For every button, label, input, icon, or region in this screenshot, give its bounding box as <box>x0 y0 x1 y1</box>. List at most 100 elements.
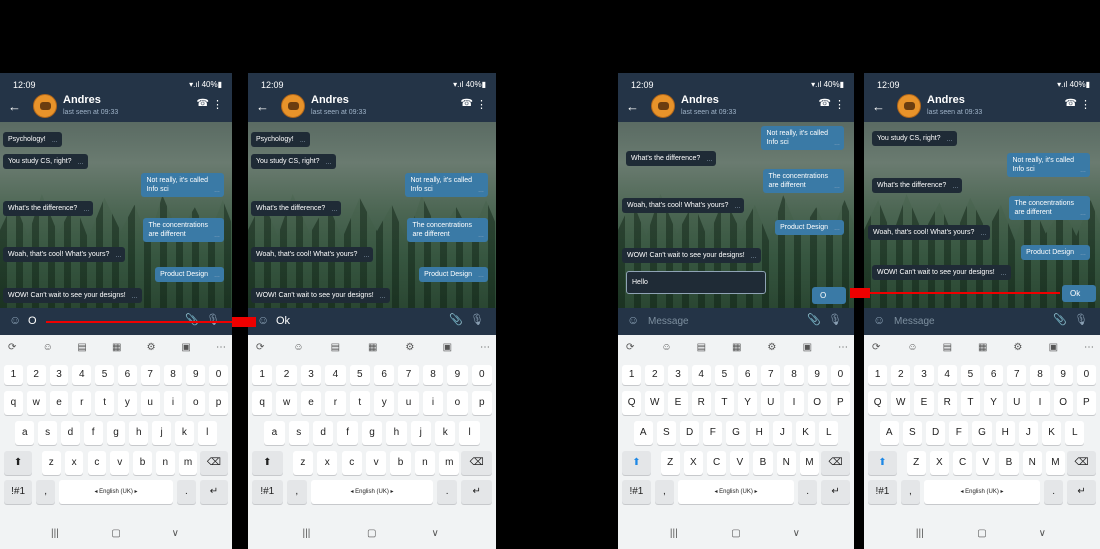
key-v[interactable]: V <box>976 451 996 475</box>
key-l[interactable]: L <box>819 421 839 445</box>
key-s[interactable]: s <box>38 421 57 445</box>
key-o[interactable]: O <box>1053 391 1073 415</box>
key-r[interactable]: R <box>691 391 711 415</box>
outgoing-message[interactable]: Product Design… <box>775 220 844 235</box>
key-8[interactable]: 8 <box>784 365 804 385</box>
chat-area[interactable]: Psychology!… You study CS, right?… Not rea… <box>0 122 232 308</box>
key-v[interactable]: v <box>110 451 130 475</box>
incoming-message[interactable]: What's the difference?… <box>872 178 963 193</box>
key-1[interactable]: 1 <box>868 365 888 385</box>
translate-icon[interactable]: ⟳ <box>872 342 880 353</box>
sent-message-bubble[interactable]: O <box>812 287 846 304</box>
key-8[interactable]: 8 <box>422 365 444 385</box>
shift-key[interactable]: ⬆ <box>252 451 283 475</box>
key-f[interactable]: F <box>703 421 723 445</box>
message-input-bar[interactable]: ☺ Message 📎 🎙 <box>864 308 1100 335</box>
key-x[interactable]: x <box>64 451 84 475</box>
contact-name[interactable]: Andres <box>311 94 349 106</box>
key-8[interactable]: 8 <box>1030 365 1050 385</box>
key-0[interactable]: 0 <box>1076 365 1096 385</box>
key-u[interactable]: u <box>140 391 160 415</box>
key-e[interactable]: e <box>300 391 322 415</box>
incoming-message[interactable]: What's the difference?… <box>251 201 342 216</box>
key-y[interactable]: y <box>374 391 395 415</box>
period-key[interactable]: . <box>1044 480 1064 504</box>
outgoing-message[interactable]: The concentrations are different… <box>143 218 224 242</box>
message-input[interactable]: O <box>28 315 37 327</box>
key-n[interactable]: n <box>414 451 436 475</box>
key-o[interactable]: O <box>807 391 827 415</box>
theme-icon[interactable]: ▣ <box>1049 342 1058 353</box>
key-n[interactable]: N <box>1022 451 1042 475</box>
chat-area[interactable]: Psychology!… You study CS, right?… Not rea… <box>248 122 496 308</box>
key-6[interactable]: 6 <box>374 365 395 385</box>
recents-button[interactable]: ||| <box>916 528 924 539</box>
attach-icon[interactable]: 📎 <box>807 313 821 326</box>
key-b[interactable]: B <box>999 451 1019 475</box>
key-1[interactable]: 1 <box>252 365 273 385</box>
space-key[interactable]: ◂ English (UK) ▸ <box>59 480 173 504</box>
key-h[interactable]: h <box>129 421 149 445</box>
more-options-icon[interactable]: ⋯ <box>480 342 490 353</box>
outgoing-message[interactable]: The concentrations are different… <box>763 169 844 193</box>
key-m[interactable]: M <box>1045 451 1065 475</box>
key-9[interactable]: 9 <box>186 365 206 385</box>
more-icon[interactable]: ⋮ <box>834 98 845 111</box>
microphone-icon[interactable]: 🎙 <box>828 313 842 326</box>
key-r[interactable]: R <box>937 391 957 415</box>
recents-button[interactable]: ||| <box>303 528 311 539</box>
key-2[interactable]: 2 <box>891 365 911 385</box>
key-k[interactable]: k <box>435 421 456 445</box>
translate-icon[interactable]: ⟳ <box>626 342 634 353</box>
key-x[interactable]: X <box>683 451 703 475</box>
attach-icon[interactable]: 📎 <box>449 313 463 326</box>
key-c[interactable]: c <box>341 451 362 475</box>
comma-key[interactable]: , <box>286 480 307 504</box>
key-t[interactable]: t <box>95 391 114 415</box>
incoming-message[interactable]: What's the difference?… <box>3 201 94 216</box>
message-input-bar[interactable]: ☺ Message 📎 🎙 <box>618 308 854 335</box>
enter-key[interactable]: ↵ <box>461 480 492 504</box>
incoming-message[interactable]: Woah, that's cool! What's yours?… <box>251 247 374 262</box>
key-w[interactable]: w <box>26 391 46 415</box>
key-y[interactable]: Y <box>738 391 758 415</box>
more-icon[interactable]: ⋮ <box>1080 98 1091 111</box>
key-a[interactable]: a <box>15 421 35 445</box>
incoming-message[interactable]: Woah, that's cool! What's yours?… <box>868 225 991 240</box>
key-n[interactable]: n <box>155 451 175 475</box>
key-a[interactable]: A <box>633 421 653 445</box>
key-g[interactable]: g <box>106 421 126 445</box>
microphone-icon[interactable]: 🎙 <box>470 313 484 326</box>
period-key[interactable]: . <box>177 480 196 504</box>
outgoing-message[interactable]: The concentrations are different… <box>407 218 488 242</box>
key-9[interactable]: 9 <box>807 365 827 385</box>
message-input[interactable]: Ok <box>276 315 290 327</box>
key-j[interactable]: j <box>152 421 171 445</box>
key-9[interactable]: 9 <box>447 365 468 385</box>
key-0[interactable]: 0 <box>830 365 850 385</box>
incoming-message[interactable]: Woah, that's cool! What's yours?… <box>622 198 745 213</box>
key-2[interactable]: 2 <box>645 365 665 385</box>
theme-icon[interactable]: ▣ <box>181 342 190 353</box>
key-p[interactable]: P <box>1076 391 1096 415</box>
settings-gear-icon[interactable]: ⚙ <box>147 342 156 353</box>
key-x[interactable]: X <box>929 451 949 475</box>
key-1[interactable]: 1 <box>622 365 642 385</box>
backspace-key[interactable]: ⌫ <box>1067 451 1096 475</box>
emoji-icon[interactable]: ☺ <box>9 313 21 327</box>
recents-button[interactable]: ||| <box>670 528 678 539</box>
period-key[interactable]: . <box>798 480 818 504</box>
key-g[interactable]: G <box>726 421 746 445</box>
key-o[interactable]: o <box>186 391 206 415</box>
outgoing-message[interactable]: Not really, it's called Info sci… <box>141 173 224 197</box>
more-icon[interactable]: ⋮ <box>476 98 487 111</box>
clipboard-icon[interactable]: ▤ <box>77 342 86 353</box>
key-6[interactable]: 6 <box>738 365 758 385</box>
key-2[interactable]: 2 <box>276 365 297 385</box>
key-b[interactable]: b <box>133 451 152 475</box>
shift-key[interactable]: ⬆ <box>868 451 897 475</box>
outgoing-message[interactable]: Not really, it's called Info sci… <box>405 173 488 197</box>
period-key[interactable]: . <box>437 480 458 504</box>
clipboard-icon[interactable]: ▤ <box>331 342 340 353</box>
settings-gear-icon[interactable]: ⚙ <box>1013 342 1022 353</box>
